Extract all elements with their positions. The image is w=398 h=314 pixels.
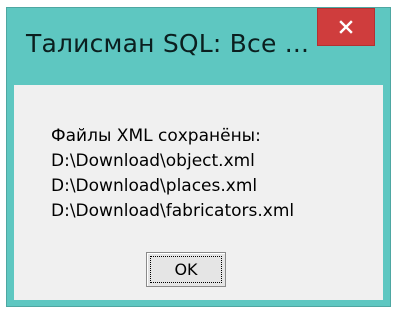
dialog-body: Файлы XML сохранёны: D:\Download\object.… bbox=[14, 85, 383, 300]
message-line: D:\Download\fabricators.xml bbox=[51, 201, 295, 221]
close-button[interactable] bbox=[317, 8, 375, 46]
message-line: Файлы XML сохранёны: bbox=[51, 126, 261, 146]
close-icon bbox=[339, 20, 353, 34]
ok-button[interactable]: OK bbox=[146, 252, 226, 287]
title-bar[interactable]: Талисман SQL: Все ... bbox=[7, 8, 390, 85]
message-dialog: Талисман SQL: Все ... Файлы XML сохранён… bbox=[6, 7, 391, 307]
ok-button-label: OK bbox=[174, 260, 198, 279]
message-line: D:\Download\places.xml bbox=[51, 176, 258, 196]
window-title: Талисман SQL: Все ... bbox=[26, 29, 310, 58]
message-line: D:\Download\object.xml bbox=[51, 151, 255, 171]
message-text: Файлы XML сохранёны: D:\Download\object.… bbox=[51, 124, 294, 224]
